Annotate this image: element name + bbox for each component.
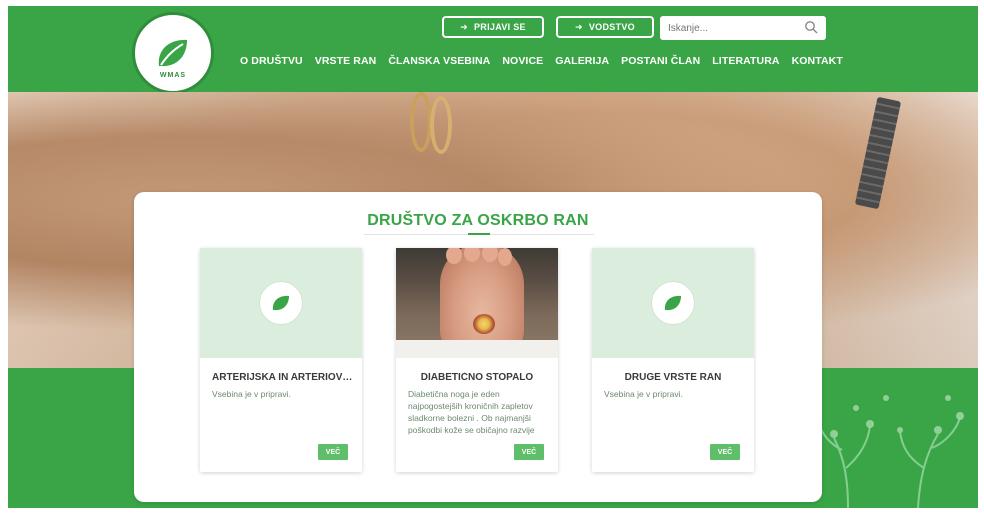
diabetic-foot-photo: [396, 248, 558, 358]
more-button[interactable]: VEČ: [514, 444, 544, 460]
logo-badge: [651, 281, 695, 325]
divider-accent: [468, 233, 490, 235]
nav-item-vrste-ran[interactable]: VRSTE RAN: [309, 55, 383, 67]
more-button[interactable]: VEČ: [318, 444, 348, 460]
leadership-label: VODSTVO: [588, 22, 635, 32]
sign-in-icon: ➜: [460, 21, 468, 32]
ring-decoration: [410, 92, 432, 152]
card-arterial[interactable]: ARTERIJSKA IN ARTERIOVEN... Vsebina je v…: [200, 248, 362, 472]
sign-in-icon: ➜: [575, 21, 583, 32]
card-title: DRUGE VRSTE RAN: [624, 372, 722, 383]
ring-decoration: [430, 96, 452, 154]
panel-title: DRUŠTVO ZA OSKRBO RAN: [367, 212, 589, 229]
card-diabetic-foot[interactable]: DIABETIČNO STOPALO Diabetična noga je ed…: [396, 248, 558, 472]
leadership-button[interactable]: ➜ VODSTVO: [556, 16, 654, 38]
nav-item-o-drustvu[interactable]: O DRUŠTVU: [234, 55, 309, 67]
logo-badge: [259, 281, 303, 325]
card-title: DIABETIČNO STOPALO: [420, 372, 534, 383]
nav-item-kontakt[interactable]: KONTAKT: [786, 55, 849, 67]
search-box: [660, 16, 826, 40]
trees-illustration: [815, 395, 964, 508]
login-button[interactable]: ➜ PRIJAVI SE: [442, 16, 544, 38]
logo-text: WMAS: [159, 72, 187, 79]
login-label: PRIJAVI SE: [473, 22, 526, 32]
site-logo[interactable]: WMAS: [132, 12, 214, 94]
card-title: ARTERIJSKA IN ARTERIOVEN...: [212, 372, 354, 383]
nav-item-literatura[interactable]: LITERATURA: [706, 55, 785, 67]
nav-item-clanska-vsebina[interactable]: ČLANSKA VSEBINA: [382, 55, 496, 67]
header: WMAS ➜ PRIJAVI SE ➜ VODSTVO O DRUŠTVU VR…: [8, 6, 978, 94]
more-button[interactable]: VEČ: [710, 444, 740, 460]
card-other-wounds[interactable]: DRUGE VRSTE RAN Vsebina je v pripravi. V…: [592, 248, 754, 472]
card-text: Diabetična noga je eden najpogostejših k…: [408, 389, 535, 435]
search-icon[interactable]: [804, 20, 818, 34]
nav-item-postani-clan[interactable]: POSTANI ČLAN: [615, 55, 706, 67]
page: WMAS ➜ PRIJAVI SE ➜ VODSTVO O DRUŠTVU VR…: [8, 6, 978, 508]
card-text: Vsebina je v pripravi.: [212, 389, 291, 399]
leaf-icon: [272, 295, 289, 311]
nav-item-galerija[interactable]: GALERIJA: [549, 55, 615, 67]
nav-item-novice[interactable]: NOVICE: [496, 55, 549, 67]
search-input[interactable]: [668, 22, 796, 34]
content-panel: DRUŠTVO ZA OSKRBO RAN ARTERIJSKA IN ARTE…: [134, 192, 822, 502]
leaf-icon: [664, 295, 681, 311]
leaf-icon: [158, 39, 187, 67]
card-text: Vsebina je v pripravi.: [604, 389, 683, 399]
main-nav: O DRUŠTVU VRSTE RAN ČLANSKA VSEBINA NOVI…: [234, 55, 849, 67]
card-thumbnail: [592, 248, 754, 358]
card-thumbnail: [200, 248, 362, 358]
